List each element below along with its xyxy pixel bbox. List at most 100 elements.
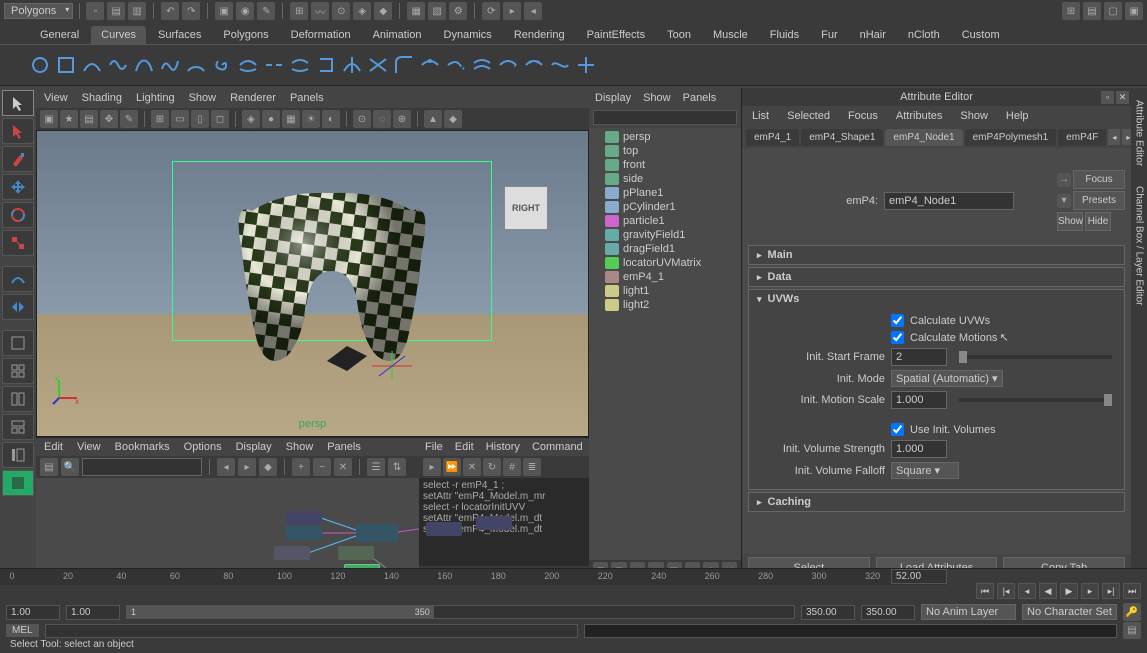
ae-tab-2[interactable]: emP4_Node1 xyxy=(885,129,962,146)
ae-tab-1[interactable]: emP4_Shape1 xyxy=(801,129,883,146)
arc-curve-icon[interactable] xyxy=(186,55,206,75)
ng-out-icon[interactable]: ▸ xyxy=(238,458,256,476)
add-point-icon[interactable] xyxy=(576,55,596,75)
shelf-tab-nhair[interactable]: nHair xyxy=(850,26,896,44)
textured-icon[interactable]: ▦ xyxy=(282,110,300,128)
calculate-motions-checkbox[interactable] xyxy=(891,331,904,344)
outliner-item-light2[interactable]: light2 xyxy=(591,298,739,312)
ae-menu-attributes[interactable]: Attributes xyxy=(896,110,942,122)
step-back-icon[interactable]: ◂ xyxy=(1018,583,1036,599)
shelf-tab-surfaces[interactable]: Surfaces xyxy=(148,26,211,44)
init-start-frame-input[interactable] xyxy=(891,348,947,366)
step-fwd-key-icon[interactable]: ▸| xyxy=(1102,583,1120,599)
file-save-icon[interactable]: ▥ xyxy=(128,2,146,20)
cmd-script-editor-icon[interactable]: ▤ xyxy=(1123,622,1141,640)
output-icon[interactable]: ◂ xyxy=(524,2,542,20)
snap-grid-icon[interactable]: ⊞ xyxy=(290,2,308,20)
bezier-curve-icon[interactable] xyxy=(134,55,154,75)
open-close-icon[interactable] xyxy=(316,55,336,75)
sc-menu-edit[interactable]: Edit xyxy=(455,441,474,453)
paint-icon[interactable]: ✎ xyxy=(257,2,275,20)
cv-curve-icon[interactable] xyxy=(108,55,128,75)
ae-menu-list[interactable]: List xyxy=(752,110,769,122)
shelf-tab-toon[interactable]: Toon xyxy=(657,26,701,44)
minimize-icon[interactable]: ▢ xyxy=(1104,2,1122,20)
ng-search-icon[interactable]: 🔍 xyxy=(61,458,79,476)
step-fwd-icon[interactable]: ▸ xyxy=(1081,583,1099,599)
sc-echo-icon[interactable]: ↻ xyxy=(483,458,501,476)
shelf-tab-general[interactable]: General xyxy=(30,26,89,44)
outliner-item-pCylinder1[interactable]: pCylinder1 xyxy=(591,200,739,214)
ng-add-icon[interactable]: + xyxy=(292,458,310,476)
fillet-curve-icon[interactable] xyxy=(394,55,414,75)
gate-mask-icon[interactable]: ◻ xyxy=(211,110,229,128)
ae-tab-3[interactable]: emP4Polymesh1 xyxy=(965,129,1057,146)
shelf-tab-fur[interactable]: Fur xyxy=(811,26,848,44)
align-curve-icon[interactable] xyxy=(290,55,310,75)
viewport-menu-shading[interactable]: Shading xyxy=(82,92,122,104)
character-set-select[interactable]: No Character Set xyxy=(1022,604,1117,620)
init-motion-scale-input[interactable] xyxy=(891,391,947,409)
bookmark-icon[interactable]: ★ xyxy=(60,110,78,128)
use-lights-icon[interactable]: ☀ xyxy=(302,110,320,128)
init-volume-strength-input[interactable] xyxy=(891,440,947,458)
ng-rearrange-icon[interactable]: ⇅ xyxy=(388,458,406,476)
perspective-viewport[interactable]: RIGHT y x persp xyxy=(36,130,589,437)
sc-stack-icon[interactable]: ≣ xyxy=(523,458,541,476)
ol-menu-display[interactable]: Display xyxy=(595,92,631,104)
outliner-item-dragField1[interactable]: dragField1 xyxy=(591,242,739,256)
ng-menu-display[interactable]: Display xyxy=(236,441,272,453)
outliner-pane-icon[interactable] xyxy=(2,442,34,468)
ng-layout-icon[interactable]: ▤ xyxy=(40,458,58,476)
right-tab-channel-box[interactable]: Channel Box / Layer Editor xyxy=(1132,180,1147,312)
grease-pencil-icon[interactable]: ✎ xyxy=(120,110,138,128)
ng-both-icon[interactable]: ◆ xyxy=(259,458,277,476)
outliner-item-persp[interactable]: persp xyxy=(591,130,739,144)
image-plane-icon[interactable]: ▤ xyxy=(80,110,98,128)
renderer-icon[interactable]: ◆ xyxy=(444,110,462,128)
lasso-tool[interactable] xyxy=(2,118,34,144)
ol-menu-show[interactable]: Show xyxy=(643,92,671,104)
shelf-tab-muscle[interactable]: Muscle xyxy=(703,26,758,44)
isolate-icon[interactable]: ⊙ xyxy=(353,110,371,128)
anim-start-input[interactable] xyxy=(6,605,60,620)
outliner-item-locatorUVMatrix[interactable]: locatorUVMatrix xyxy=(591,256,739,270)
shelf-tab-painteffects[interactable]: PaintEffects xyxy=(577,26,656,44)
expose-icon[interactable]: ▲ xyxy=(424,110,442,128)
ae-go-icon[interactable]: → xyxy=(1057,173,1071,187)
undo-icon[interactable]: ↶ xyxy=(161,2,179,20)
playback-end-input[interactable] xyxy=(801,605,855,620)
select-icon[interactable]: ▣ xyxy=(215,2,233,20)
single-pane-icon[interactable] xyxy=(2,330,34,356)
grid-icon[interactable]: ⊞ xyxy=(151,110,169,128)
playback-start-input[interactable] xyxy=(66,605,120,620)
camera-select-icon[interactable]: ▣ xyxy=(40,110,58,128)
outliner-item-particle1[interactable]: particle1 xyxy=(591,214,739,228)
intersect-curve-icon[interactable] xyxy=(368,55,388,75)
shelf-tab-fluids[interactable]: Fluids xyxy=(760,26,809,44)
viewport-menu-show[interactable]: Show xyxy=(189,92,217,104)
ng-menu-options[interactable]: Options xyxy=(184,441,222,453)
right-tab-attribute-editor[interactable]: Attribute Editor xyxy=(1132,94,1147,172)
workspace-mode-dropdown[interactable]: Polygons xyxy=(4,3,73,19)
move-tool[interactable] xyxy=(2,174,34,200)
restore-icon[interactable]: ▣ xyxy=(1125,2,1143,20)
script-pane-icon[interactable] xyxy=(2,470,34,496)
outliner-item-side[interactable]: side xyxy=(591,172,739,186)
snap-plane-icon[interactable]: ◈ xyxy=(353,2,371,20)
ae-node-name-input[interactable] xyxy=(884,192,1014,210)
use-init-volumes-checkbox[interactable] xyxy=(891,423,904,436)
file-new-icon[interactable]: ▫ xyxy=(86,2,104,20)
ae-close-icon[interactable]: ✕ xyxy=(1116,91,1129,104)
ae-undock-icon[interactable]: ▫ xyxy=(1101,91,1114,104)
outliner-item-emP4_1[interactable]: emP4_1 xyxy=(591,270,739,284)
ol-menu-panels[interactable]: Panels xyxy=(683,92,717,104)
attach-curve-icon[interactable] xyxy=(238,55,258,75)
autokey-icon[interactable]: 🔑 xyxy=(1123,603,1141,621)
outliner-item-pPlane1[interactable]: pPlane1 xyxy=(591,186,739,200)
ae-menu-selected[interactable]: Selected xyxy=(787,110,830,122)
soft-select-tool[interactable] xyxy=(2,266,34,292)
step-back-key-icon[interactable]: |◂ xyxy=(997,583,1015,599)
symmetry-tool[interactable] xyxy=(2,294,34,320)
shelf-tab-animation[interactable]: Animation xyxy=(363,26,432,44)
